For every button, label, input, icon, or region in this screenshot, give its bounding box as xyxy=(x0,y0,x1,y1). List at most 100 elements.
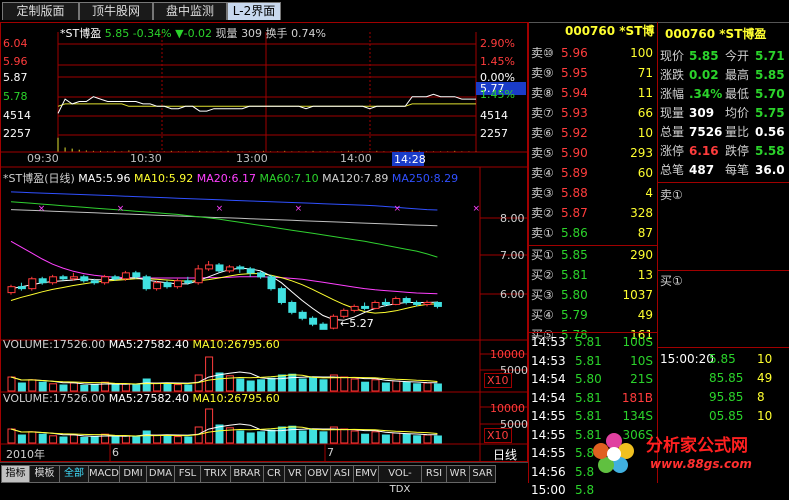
toolbar-button-5[interactable]: DMA xyxy=(146,465,175,483)
asks-price: 5.93 xyxy=(561,106,588,120)
tab-intraday-monitor[interactable]: 盘中监测 xyxy=(153,2,227,20)
asks-label: 卖⑦ xyxy=(531,106,554,120)
candle-body xyxy=(163,282,172,288)
asks-row[interactable]: 卖⑤ 5.90 293 xyxy=(529,144,657,163)
bids-price: 5.85 xyxy=(561,248,588,262)
toolbar-button-6[interactable]: FSL xyxy=(174,465,201,483)
asks-row[interactable]: 卖③ 5.88 4 xyxy=(529,184,657,203)
tick-time: 14:54 xyxy=(531,390,566,405)
bids-row[interactable]: 买③ 5.80 1037 xyxy=(529,286,657,305)
quote-key: 涨幅 xyxy=(660,87,685,101)
tick-row[interactable]: 14:54 5.81 181B xyxy=(529,389,657,408)
volume-tick-10000: 10000 xyxy=(490,348,525,361)
time-tick-0930: 09:30 xyxy=(27,152,59,165)
toolbar-button-17[interactable]: SAR xyxy=(469,465,496,483)
period-label[interactable]: 日线 xyxy=(493,446,517,463)
intraday-vol: 309 xyxy=(241,27,263,40)
watermark-url: www.88gs.com xyxy=(650,457,752,471)
quote-key: 涨停 xyxy=(660,144,685,158)
daily-tick-800: 8.00 xyxy=(500,212,525,225)
volume-bar xyxy=(381,434,390,444)
intraday-price: 5.85 xyxy=(104,27,130,40)
tick-price: 5.8 xyxy=(575,483,595,497)
tick-row[interactable]: 14:53 5.81 100S xyxy=(529,333,657,352)
asks-row[interactable]: 卖⑦ 5.93 66 xyxy=(529,104,657,123)
quote-key: 总笔 xyxy=(660,163,685,177)
volume-bar xyxy=(7,428,16,444)
time-tick-1400: 14:00 xyxy=(340,152,372,165)
tick-row[interactable]: 14:55 5.81 134S xyxy=(529,407,657,426)
quote-code-title: 000760 *ST博盈 xyxy=(665,27,767,41)
trade-volume: 10 xyxy=(757,409,773,423)
volume-bar xyxy=(277,426,286,444)
trade-price: 95.85 xyxy=(709,390,744,404)
candle-body xyxy=(225,266,234,272)
quote-value: 0.02 xyxy=(689,68,719,82)
bids-row[interactable]: 买② 5.81 13 xyxy=(529,266,657,285)
tick-row[interactable]: 14:54 5.80 21S xyxy=(529,370,657,389)
daily-kline-chart[interactable]: ××××××× ←5.27 xyxy=(7,167,528,340)
toolbar-button-16[interactable]: WR xyxy=(446,465,470,483)
trade-row[interactable]: 85.85 49 xyxy=(657,369,789,388)
toolbar-button-7[interactable]: TRIX xyxy=(200,465,231,483)
toolbar-button-2[interactable]: 全部 xyxy=(59,465,89,483)
toolbar-button-11[interactable]: OBV xyxy=(305,465,331,483)
trade-row[interactable]: 15:00:20 5.85 10 xyxy=(657,350,789,369)
asks-price: 5.86 xyxy=(561,226,588,240)
toolbar-button-9[interactable]: CR xyxy=(263,465,285,483)
bids-row[interactable]: 买① 5.85 290 xyxy=(529,246,657,265)
toolbar-button-13[interactable]: EMV xyxy=(353,465,379,483)
bids-volume: 290 xyxy=(630,248,653,262)
daily-title: *ST博盈(日线) xyxy=(3,172,75,185)
toolbar-button-12[interactable]: ASI xyxy=(330,465,354,483)
asks-price: 5.95 xyxy=(561,66,588,80)
tab-dingniu[interactable]: 顶牛股网 xyxy=(79,2,153,20)
toolbar-button-8[interactable]: BRAR xyxy=(230,465,264,483)
asks-row[interactable]: 卖⑨ 5.95 71 xyxy=(529,64,657,83)
toolbar-button-10[interactable]: VR xyxy=(284,465,306,483)
candle-body xyxy=(267,276,276,290)
quote-value: 0.56 xyxy=(755,125,785,139)
toolbar-button-0[interactable]: 指标 xyxy=(1,465,30,483)
toolbar-button-14[interactable]: VOL-TDX xyxy=(378,465,422,495)
candle-body xyxy=(132,272,141,278)
asks-row[interactable]: 卖② 5.87 328 xyxy=(529,204,657,223)
toolbar-button-1[interactable]: 模板 xyxy=(29,465,60,483)
asks-row[interactable]: 卖⑧ 5.94 11 xyxy=(529,84,657,103)
toolbar-button-3[interactable]: MACD xyxy=(88,465,120,483)
date-axis-july: 7 xyxy=(327,446,334,459)
tab-l2-interface[interactable]: L-2界面 xyxy=(227,2,281,20)
tick-row[interactable]: 15:00 5.8 xyxy=(529,481,657,500)
volume-bar xyxy=(17,382,26,392)
vol-tick-right-4514: 4514 xyxy=(480,109,508,122)
ma250-line xyxy=(10,191,438,211)
trade-row[interactable]: 95.85 8 xyxy=(657,388,789,407)
toolbar-button-15[interactable]: RSI xyxy=(421,465,447,483)
tick-time: 14:56 xyxy=(531,464,566,479)
trade-price: 5.85 xyxy=(709,352,736,366)
tick-row[interactable]: 14:53 5.81 10S xyxy=(529,352,657,371)
tab-custom-layout[interactable]: 定制版面 xyxy=(2,2,79,20)
quote-row: 现价 5.85 今开 5.71 xyxy=(657,47,789,66)
candle-body xyxy=(329,315,338,329)
intraday-chart[interactable]: 5.77 xyxy=(57,32,526,153)
trade-row[interactable]: 05.85 10 xyxy=(657,407,789,426)
volume-bar xyxy=(413,383,422,392)
asks-label: 卖① xyxy=(531,226,554,240)
bids-row[interactable]: 买④ 5.79 49 xyxy=(529,306,657,325)
candle-body xyxy=(69,276,78,280)
volume-bar xyxy=(267,377,276,392)
tick-volume: 181B xyxy=(621,390,653,405)
toolbar-button-4[interactable]: DMI xyxy=(119,465,147,483)
daily-tick-600: 6.00 xyxy=(500,288,525,301)
quote-row: 涨停 6.16 跌停 5.58 xyxy=(657,142,789,161)
asks-row[interactable]: 卖① 5.86 87 xyxy=(529,224,657,243)
volume-bar xyxy=(371,379,380,392)
asks-row[interactable]: 卖④ 5.89 60 xyxy=(529,164,657,183)
asks-label: 卖⑥ xyxy=(531,126,554,140)
asks-price: 5.96 xyxy=(561,46,588,60)
candle-body xyxy=(298,311,307,319)
volume-bar xyxy=(350,378,359,392)
asks-row[interactable]: 卖⑥ 5.92 10 xyxy=(529,124,657,143)
asks-row[interactable]: 卖⑩ 5.96 100 xyxy=(529,44,657,63)
